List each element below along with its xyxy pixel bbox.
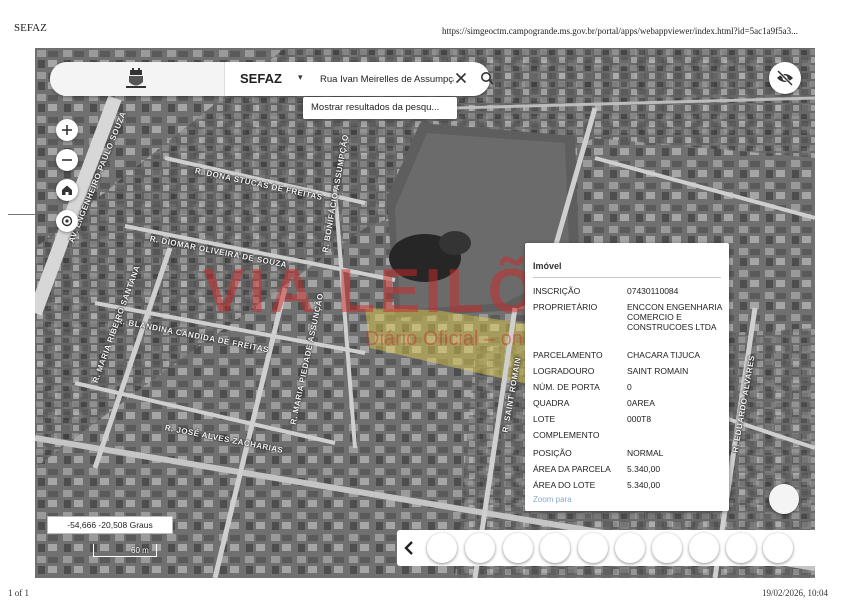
layer-visibility-button[interactable] [769,62,801,94]
field-value: 5.340,00 [627,480,661,490]
print-header-url: https://simgeoctm.campogrande.ms.gov.br/… [442,26,798,36]
toolbar-button[interactable] [763,533,793,563]
zoom-to-link[interactable]: Zoom para [533,495,572,504]
field-value: CHACARA TIJUCA [627,350,701,360]
search-icon[interactable] [480,71,494,85]
field-label: ÁREA DA PARCELA [533,464,611,474]
toolbar-button[interactable] [689,533,719,563]
coordinate-readout: -54,666 -20,508 Graus [47,516,173,534]
field-value: 0 [627,382,632,392]
sefaz-logo-area [50,62,225,96]
field-label: POSIÇÃO [533,448,572,458]
field-value: ENCCON ENGENHARIA COMERCIO E CONSTRUCOES… [627,302,722,332]
map-viewport[interactable]: R. DONA STUCAS DE FREITAS R. DIOMAR OLIV… [35,48,815,578]
field-value: 0AREA [627,398,655,408]
print-date: 19/02/2026, 10:04 [762,588,829,598]
home-icon [62,185,72,195]
toolbar-button[interactable] [540,533,570,563]
toolbar-button[interactable] [465,533,495,563]
close-icon[interactable] [455,72,467,84]
app-name: SEFAZ [240,71,282,86]
toolbar-button[interactable] [615,533,645,563]
field-value: NORMAL [627,448,664,458]
print-header-title: SEFAZ [14,22,47,34]
popup-divider [533,277,721,278]
toolbar-button[interactable] [652,533,682,563]
crosshair-icon [61,215,73,227]
toolbar-button[interactable] [503,533,533,563]
field-label: COMPLEMENTO [533,430,600,440]
field-label: QUADRA [533,398,570,408]
eye-off-icon [776,69,794,87]
chevron-left-icon[interactable] [403,540,415,556]
search-suggestions: Mostrar resultados da pesqu... [303,97,457,119]
field-label: LOTE [533,414,556,424]
field-label: INSCRIÇÃO [533,286,581,296]
field-label: PARCELAMENTO [533,350,603,360]
field-value: 5.340,00 [627,464,661,474]
popup-title: Imóvel [533,261,562,271]
home-button[interactable] [56,179,78,201]
zoom-in-button[interactable] [56,119,78,141]
toolbar-button[interactable] [578,533,608,563]
map-tool-button[interactable] [769,484,799,514]
city-crest-icon [126,68,146,88]
field-label: NÚM. DE PORTA [533,382,600,392]
search-bar: SEFAZ ▾ [50,62,494,96]
locate-button[interactable] [56,210,78,232]
field-value: 000T8 [627,414,652,424]
field-label: ÁREA DO LOTE [533,480,596,490]
field-value: SAINT ROMAIN [627,366,689,376]
feature-popup: Imóvel INSCRIÇÃO 07430110084 PROPRIETÁRI… [525,243,729,511]
plus-icon [62,125,72,135]
zoom-out-button[interactable] [56,149,78,171]
search-input[interactable] [320,70,454,88]
field-value: 07430110084 [627,286,679,296]
suggestion-show-results[interactable]: Mostrar resultados da pesqu... [311,102,439,113]
toolbar-button[interactable] [726,533,756,563]
field-label: LOGRADOURO [533,366,595,376]
print-page-number: 1 of 1 [8,588,29,598]
toolbar-button[interactable] [427,533,457,563]
minus-icon [62,159,72,161]
search-source-dropdown[interactable]: ▾ [298,72,303,83]
field-label: PROPRIETÁRIO [533,302,598,312]
scale-label: 60 m [131,546,149,555]
bottom-toolbar [397,530,815,566]
